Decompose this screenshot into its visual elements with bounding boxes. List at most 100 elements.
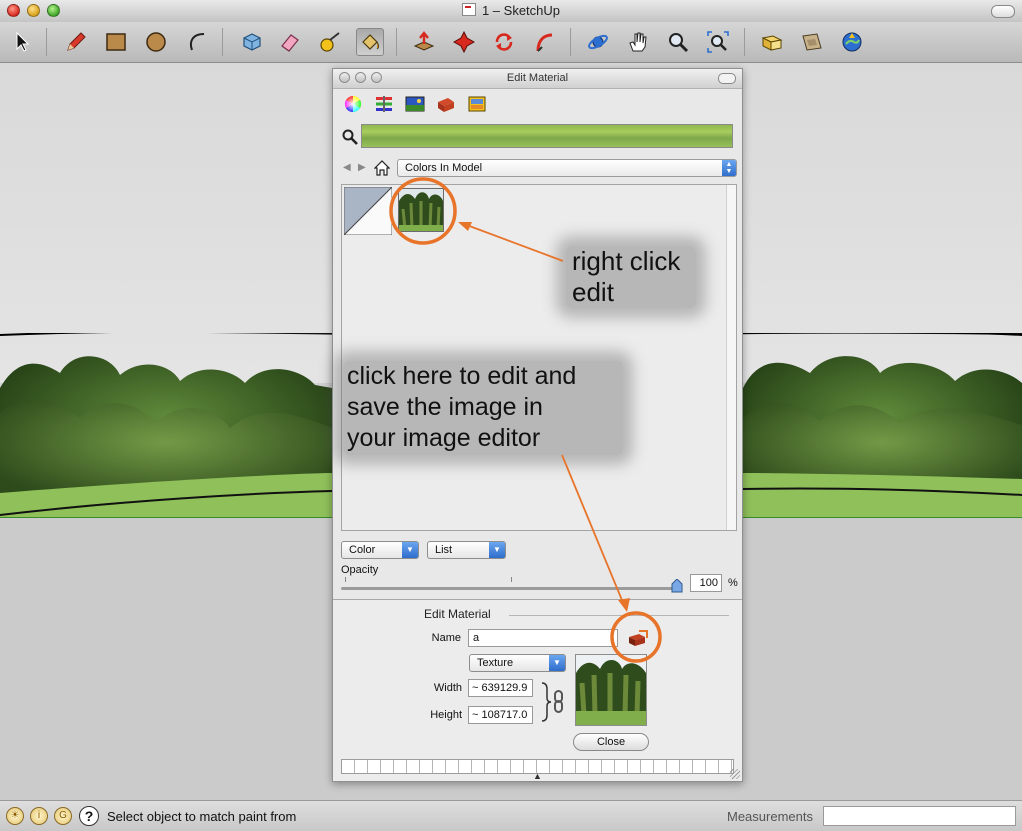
panel-titlebar: Edit Material [333,69,742,89]
color-wheel-icon [344,95,362,113]
view-mode-value: List [435,544,453,556]
dropdown-arrow-icon: ▼ [549,655,565,671]
opacity-percent-label: % [728,577,738,589]
tab-color-sliders[interactable] [372,93,396,115]
zoom-icon [669,33,689,53]
select-tool-button[interactable] [8,28,36,56]
main-toolbar [0,22,1022,63]
swatch-scrollbar[interactable] [726,185,736,530]
tab-crayons[interactable] [434,93,458,115]
crayons-icon [438,98,454,112]
geo-location-icon[interactable]: ☀ [6,807,24,825]
help-icon[interactable]: ? [79,806,99,826]
tab-color-wheel[interactable] [341,93,365,115]
slider-tick [511,577,512,582]
current-material-preview [361,124,733,148]
get-models-button[interactable] [758,28,786,56]
material-swatch-list[interactable] [341,184,737,531]
magnifier-icon [342,129,358,145]
window-titlebar: 1 – SketchUp [0,0,1022,23]
library-navigation: ◀ ▶ Colors In Model ▲ ▼ [341,159,738,179]
forward-arrow-icon[interactable]: ▶ [358,161,370,175]
collection-dropdown-value: Colors In Model [405,162,483,174]
circle-tool-button[interactable] [142,28,170,56]
texture-mode-dropdown[interactable]: Texture ▼ [469,654,566,672]
color-sliders-icon [376,96,392,112]
display-mode-dropdown[interactable]: Color ▼ [341,541,419,559]
height-label: Height [430,709,462,721]
dropdown-arrow-icon: ▼ [489,542,505,558]
rectangle-tool-button[interactable] [102,28,130,56]
collection-dropdown[interactable]: Colors In Model ▲ ▼ [397,159,737,177]
texture-height-field[interactable]: ~ 108717.0 [468,706,533,724]
arc-tool-button[interactable] [184,28,212,56]
rectangle-icon [106,33,126,51]
toolbar-separator [46,28,47,56]
material-name-field[interactable]: a [468,629,618,647]
texture-preview-image [575,654,647,726]
pan-tool-button[interactable] [624,28,652,56]
push-pull-icon [413,31,435,51]
toolbar-toggle-button[interactable] [991,5,1015,18]
annotation-line: your image editor [347,424,541,452]
make-component-button[interactable] [238,28,266,56]
width-label: Width [433,682,462,694]
paint-bucket-icon [362,34,379,50]
view-mode-dropdown[interactable]: List ▼ [427,541,506,559]
share-model-icon [802,33,822,51]
select-icon [16,31,30,52]
zoom-extents-icon [707,31,729,53]
user-icon[interactable]: G [54,807,72,825]
image-color-icon [405,96,425,112]
paint-bucket-tool-button[interactable] [356,28,384,56]
toolbar-separator [222,28,223,56]
back-arrow-icon[interactable]: ◀ [343,161,355,175]
collapse-caret-icon[interactable]: ▲ [533,771,542,781]
aspect-lock-chain-icon[interactable] [538,681,568,723]
tab-texture-palette[interactable] [465,93,489,115]
google-earth-button[interactable] [838,28,866,56]
status-bar: ☀ i G ? Select object to match paint fro… [0,800,1022,831]
close-button[interactable]: Close [573,733,649,751]
panel-toolbar-toggle[interactable] [718,73,736,84]
resize-grip-icon[interactable] [730,769,740,779]
orbit-tool-button[interactable] [584,28,612,56]
tape-measure-tool-button[interactable] [316,28,344,56]
slider-tick [345,577,346,582]
move-icon [452,30,476,54]
material-preview-row [339,124,736,150]
measurements-input[interactable] [823,806,1016,826]
get-models-icon [761,35,783,51]
opacity-slider[interactable] [341,576,683,594]
zoom-extents-tool-button[interactable] [704,28,732,56]
google-earth-icon [842,32,862,52]
follow-me-tool-button[interactable] [530,28,558,56]
pencil-tool-button[interactable] [62,28,90,56]
texture-material-swatch[interactable] [398,188,444,232]
rotate-icon [495,33,513,51]
sample-paint-button[interactable] [341,128,359,146]
default-material-swatch[interactable] [344,187,392,235]
share-model-button[interactable] [798,28,826,56]
window-title-text: 1 – SketchUp [481,3,561,18]
window-title: 1 – SketchUp [0,3,1022,18]
texture-mode-value: Texture [477,657,514,669]
tree-texture-thumbnail [399,189,443,231]
edit-texture-image-icon[interactable] [627,629,649,649]
eraser-tool-button[interactable] [276,28,304,56]
push-pull-tool-button[interactable] [410,28,438,56]
home-icon[interactable] [374,160,390,176]
annotation-line: right click [572,246,681,276]
zoom-tool-button[interactable] [664,28,692,56]
credits-icon[interactable]: i [30,807,48,825]
arc-icon [189,33,205,51]
opacity-input[interactable]: 100 [690,574,722,592]
texture-width-field[interactable]: ~ 639129.9 [468,679,533,697]
eraser-icon [281,34,299,52]
move-tool-button[interactable] [450,28,478,56]
opacity-slider-thumb[interactable] [671,579,683,593]
document-icon [461,3,476,16]
display-mode-value: Color [349,544,376,556]
tab-image-palettes[interactable] [403,93,427,115]
rotate-tool-button[interactable] [490,28,518,56]
